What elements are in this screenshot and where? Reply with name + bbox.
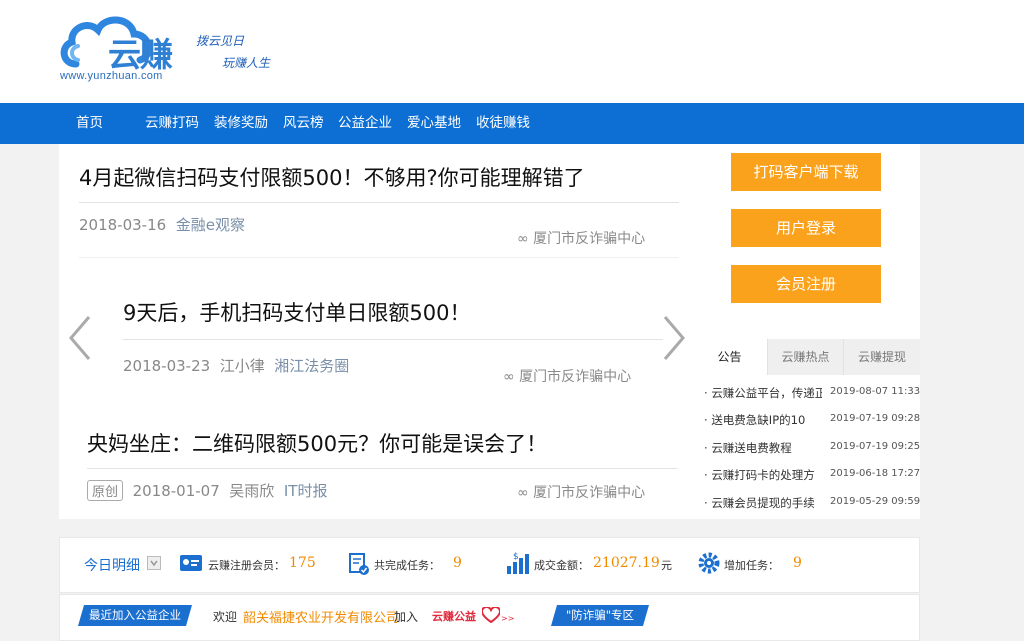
amount-label: 成交金额： [534, 559, 589, 572]
wechat-icon: ∞ [517, 231, 529, 247]
divider [79, 257, 679, 258]
watermark: ∞ 厦门市反诈骗中心 [517, 231, 646, 247]
banner-carousel[interactable]: 4月起微信扫码支付限额500！不够用?你可能理解错了 2018-03-16 金融… [59, 144, 692, 519]
welcome-text: 欢迎 [213, 610, 238, 624]
article-meta: 2018-03-23 江小律 湘江法务圈 [123, 355, 349, 376]
tab-hot[interactable]: 云赚热点 [767, 339, 843, 375]
dropdown-icon[interactable] [147, 556, 161, 570]
notice-tabs: 公告 云赚热点 云赚提现 [692, 339, 920, 375]
article-title[interactable]: 4月起微信扫码支付限额500！不够用?你可能理解错了 [79, 162, 585, 192]
nav-item-renovation-reward[interactable]: 装修奖励 [214, 103, 268, 144]
divider [79, 202, 679, 203]
gear-icon [698, 552, 720, 574]
chevron-right-icon[interactable] [661, 315, 687, 361]
list-item[interactable]: · 云赚打码卡的处理方 2019-06-18 17:27 [704, 467, 920, 487]
article-title[interactable]: 9天后，手机扫码支付单日限额500！ [123, 297, 470, 327]
svg-text:$: $ [513, 552, 519, 562]
wechat-icon: ∞ [517, 485, 529, 501]
original-badge: 原创 [87, 480, 124, 501]
registered-value: 175 [289, 555, 316, 571]
amount-unit: 元 [661, 559, 672, 572]
register-button[interactable]: 会员注册 [731, 265, 881, 303]
stats-bar: 今日明细 云赚注册会员： 175 共完成任务： 9 $ 成交金额： 21027.… [59, 537, 920, 593]
slogan-line-2: 玩赚人生 [222, 56, 271, 70]
main-nav: 首页 云赚打码 装修奖励 风云榜 公益企业 爱心基地 收徒赚钱 [0, 103, 1024, 144]
slogan-line-1: 拨云见日 [196, 34, 245, 48]
download-client-button[interactable]: 打码客户端下载 [731, 153, 881, 191]
logo-url: www.yunzhuan.com [60, 70, 163, 82]
article-date: 2018-03-23 [123, 357, 211, 375]
login-button[interactable]: 用户登录 [731, 209, 881, 247]
added-tasks-value: 9 [793, 555, 802, 571]
header: 云赚 www.yunzhuan.com 拨云见日 玩赚人生 [0, 0, 1024, 103]
nav-item-ranking[interactable]: 风云榜 [283, 103, 324, 144]
article-date: 2018-01-07 [132, 482, 220, 500]
today-details-label: 今日明细 [84, 558, 140, 574]
nav-item-love-base[interactable]: 爱心基地 [407, 103, 461, 144]
join-text: 加入 [394, 610, 419, 624]
tasks-done-label: 共完成任务： [374, 559, 440, 572]
list-item[interactable]: · 云赚送电费教程 2019-07-19 09:25 [704, 440, 920, 460]
registered-label: 云赚注册会员： [208, 559, 285, 572]
chevron-left-icon[interactable] [67, 315, 93, 361]
watermark: ∞ 厦门市反诈骗中心 [517, 485, 646, 501]
chart-growth-icon: $ [507, 552, 529, 574]
article-meta: 2018-03-16 金融e观察 [79, 214, 245, 235]
article-author: 吴雨欣 [229, 482, 275, 500]
nav-item-recruit[interactable]: 收徒赚钱 [476, 103, 530, 144]
article-author: 江小律 [219, 357, 265, 375]
tab-withdraw[interactable]: 云赚提现 [843, 339, 920, 375]
charity-logo[interactable]: 云赚公益 [432, 608, 476, 624]
nav-item-captcha[interactable]: 云赚打码 [145, 103, 199, 144]
nav-item-home[interactable]: 首页 [76, 103, 103, 144]
site-logo[interactable]: 云赚 www.yunzhuan.com [58, 12, 188, 84]
article-title[interactable]: 央妈坐庄：二维码限额500元？你可能是误会了！ [87, 428, 547, 458]
tasks-done-value: 9 [453, 555, 462, 571]
added-tasks-label: 增加任务： [724, 559, 779, 572]
article-source: IT时报 [283, 482, 328, 500]
anti-fraud-ribbon[interactable]: "防诈骗"专区 [551, 605, 649, 626]
company-link[interactable]: 韶关福捷农业开发有限公司 [243, 607, 399, 626]
article-date: 2018-03-16 [79, 216, 167, 234]
list-item[interactable]: · 云赚公益平台，传递正 2019-08-07 11:33 [704, 385, 920, 405]
logo-text: 云赚 [108, 35, 173, 74]
wechat-icon: ∞ [503, 369, 515, 385]
divider [123, 339, 663, 340]
watermark: ∞ 厦门市反诈骗中心 [503, 369, 632, 385]
heart-icon [482, 607, 500, 623]
article-source: 金融e观察 [175, 216, 245, 234]
recent-charity-ribbon: 最近加入公益企业 [78, 605, 192, 626]
charity-bar: 最近加入公益企业 欢迎 韶关福捷农业开发有限公司 加入 云赚公益 >> "防诈骗… [59, 594, 920, 641]
member-card-icon [180, 555, 202, 571]
charity-arrows: >> [501, 614, 515, 623]
article-source: 湘江法务圈 [274, 357, 350, 375]
divider [87, 468, 677, 469]
list-item[interactable]: · 云赚会员提现的手续 2019-05-29 09:59 [704, 495, 920, 515]
article-meta: 原创 2018-01-07 吴雨欣 IT时报 [87, 480, 327, 501]
list-item[interactable]: · 送电费急缺IP的10 2019-07-19 09:28 [704, 412, 920, 432]
right-panel: 打码客户端下载 用户登录 会员注册 公告 云赚热点 云赚提现 · 云赚公益平台，… [692, 144, 920, 519]
nav-item-charity-companies[interactable]: 公益企业 [338, 103, 392, 144]
tab-announcement[interactable]: 公告 [692, 339, 767, 375]
task-document-icon [349, 553, 369, 575]
amount-value: 21027.19 [593, 555, 660, 571]
